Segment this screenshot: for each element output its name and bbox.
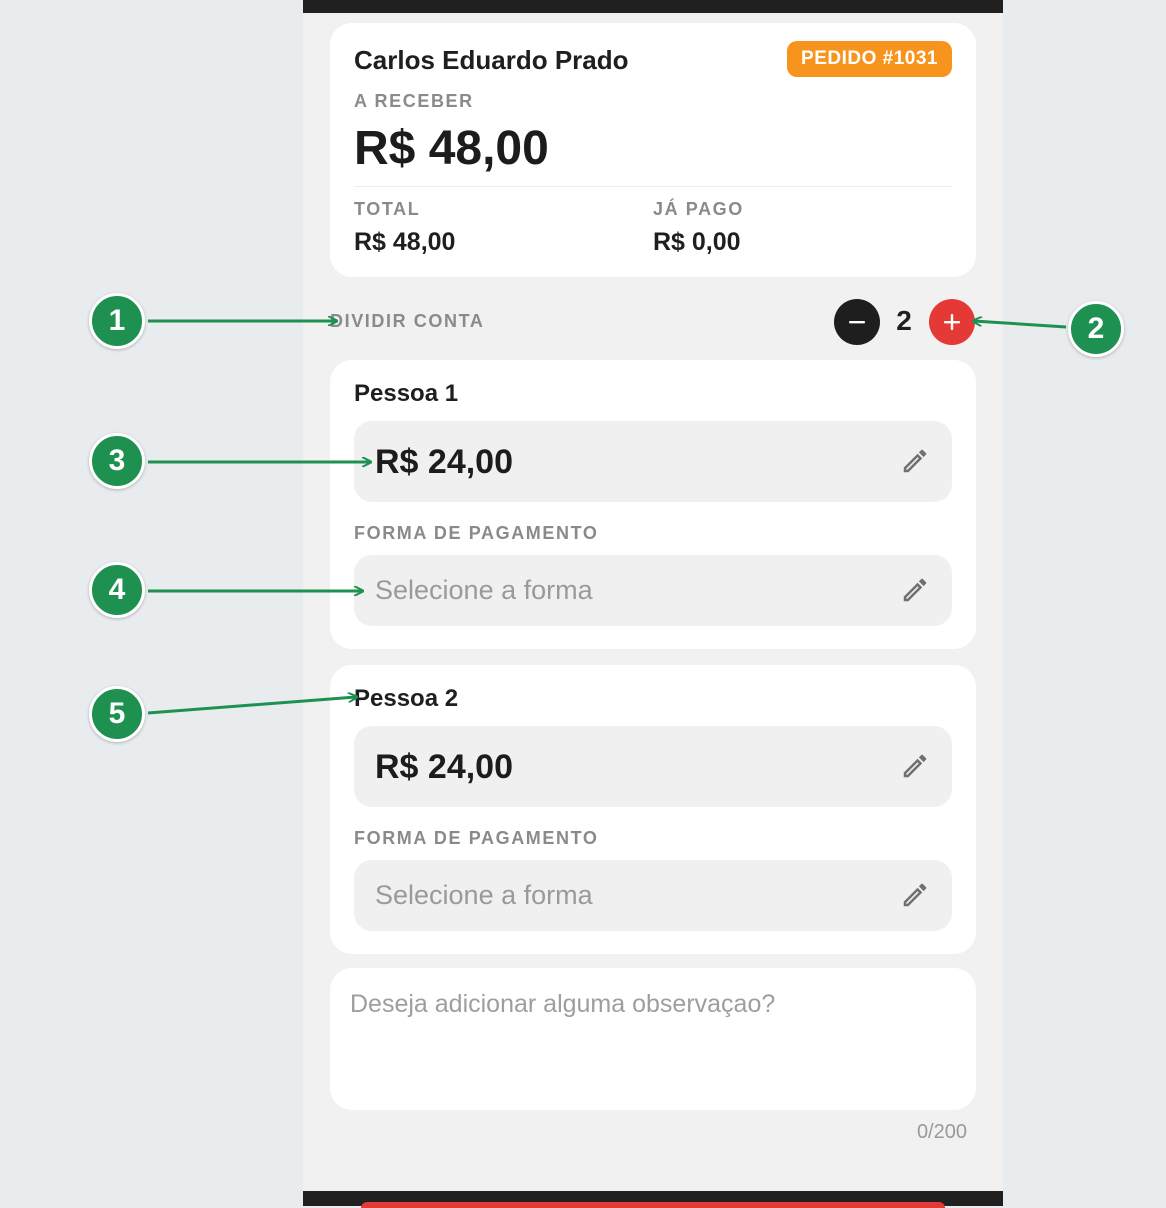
paid-amount: R$ 0,00: [653, 228, 741, 256]
person-amount-field[interactable]: R$ 24,00: [354, 726, 952, 807]
confirm-button-edge[interactable]: [361, 1202, 945, 1208]
annotation-badge-2: 2: [1068, 301, 1124, 357]
person-amount-field[interactable]: R$ 24,00: [354, 421, 952, 502]
annotation-badge-1: 1: [89, 293, 145, 349]
pencil-icon[interactable]: [900, 880, 930, 910]
person-card-2: Pessoa 2 R$ 24,00 FORMA DE PAGAMENTO Sel…: [330, 665, 976, 954]
pencil-icon[interactable]: [900, 751, 930, 781]
person-amount-value: R$ 24,00: [375, 748, 513, 786]
notes-input[interactable]: [350, 990, 950, 1090]
order-summary-card: Carlos Eduardo Prado PEDIDO #1031 A RECE…: [330, 23, 976, 277]
annotation-badge-5: 5: [89, 686, 145, 742]
person-card-1: Pessoa 1 R$ 24,00 FORMA DE PAGAMENTO Sel…: [330, 360, 976, 649]
annotation-badge-3: 3: [89, 433, 145, 489]
pencil-icon[interactable]: [900, 575, 930, 605]
payment-method-label: FORMA DE PAGAMENTO: [354, 828, 599, 848]
person-title: Pessoa 1: [354, 380, 459, 407]
person-title: Pessoa 2: [354, 685, 459, 712]
minus-icon: [849, 321, 865, 324]
annotation-badge-4: 4: [89, 562, 145, 618]
notes-char-counter: 0/200: [916, 1121, 967, 1143]
paid-label: JÁ PAGO: [653, 199, 744, 219]
summary-divider: [354, 186, 952, 187]
pencil-icon[interactable]: [900, 446, 930, 476]
order-number-badge: PEDIDO #1031: [787, 41, 952, 77]
payment-method-label: FORMA DE PAGAMENTO: [354, 523, 599, 543]
bottom-bar: [303, 1191, 1003, 1208]
decrease-split-button[interactable]: [834, 299, 880, 345]
payment-method-placeholder: Selecione a forma: [375, 575, 593, 605]
payment-method-placeholder: Selecione a forma: [375, 880, 593, 910]
client-name: Carlos Eduardo Prado: [354, 45, 629, 75]
notes-card: [330, 968, 976, 1110]
split-bill-label: DIVIDIR CONTA: [330, 311, 485, 331]
top-bar: [303, 0, 1003, 13]
payment-method-select[interactable]: Selecione a forma: [354, 555, 952, 626]
person-amount-value: R$ 24,00: [375, 443, 513, 481]
phone-screen: Carlos Eduardo Prado PEDIDO #1031 A RECE…: [303, 0, 1003, 1208]
plus-icon: [944, 314, 960, 330]
total-amount: R$ 48,00: [354, 228, 456, 256]
receive-label: A RECEBER: [354, 91, 474, 111]
total-label: TOTAL: [354, 199, 421, 219]
increase-split-button[interactable]: [929, 299, 975, 345]
receive-amount: R$ 48,00: [354, 122, 549, 175]
split-count: 2: [896, 305, 912, 336]
payment-method-select[interactable]: Selecione a forma: [354, 860, 952, 931]
